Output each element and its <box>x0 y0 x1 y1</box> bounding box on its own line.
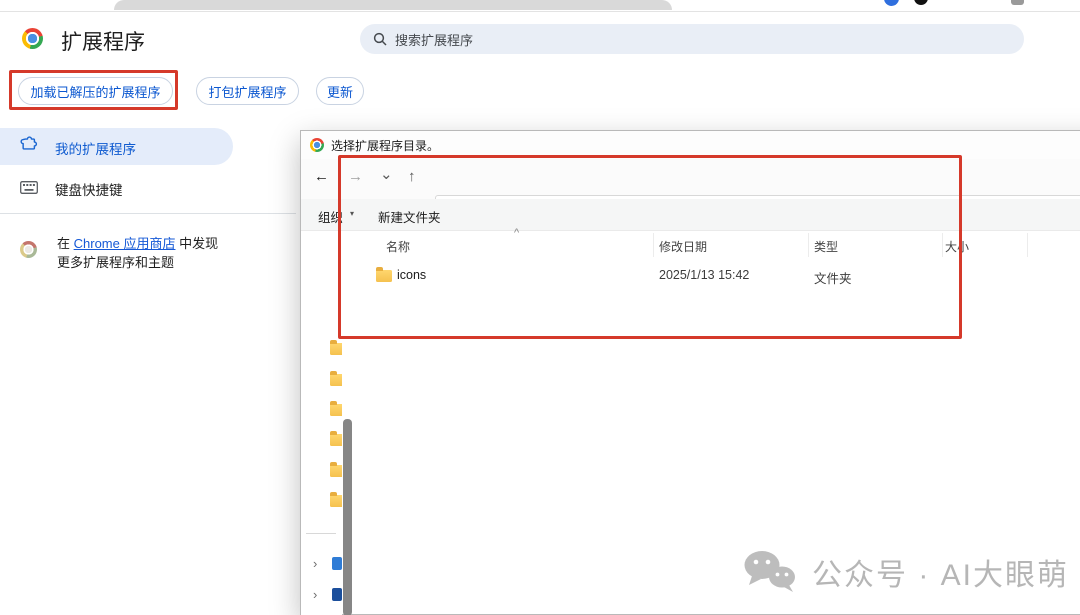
wechat-icon <box>744 551 795 592</box>
dialog-titlebar[interactable]: 选择扩展程序目录。 <box>301 131 1080 159</box>
nav-recent-dropdown-icon[interactable]: ⌄ <box>380 165 393 183</box>
avatar-icon[interactable] <box>884 0 899 6</box>
quick-access-folder-icon[interactable] <box>330 431 342 446</box>
file-row-icons[interactable]: icons 2025/1/13 15:42 文件夹 <box>342 261 1080 289</box>
dialog-tree-panel: › › ⌄ › › › <box>301 231 342 615</box>
page-title: 扩展程序 <box>61 31 145 54</box>
update-button[interactable]: 更新 <box>316 77 364 105</box>
tree-collapse-icon[interactable]: › <box>313 556 317 571</box>
organize-caret-icon: ▾ <box>350 209 355 218</box>
column-divider <box>653 233 654 257</box>
dialog-toolbar: 组织 ▾ 新建文件夹 <box>301 199 1080 231</box>
quick-access-folder-icon[interactable] <box>330 462 342 477</box>
folder-icon <box>376 267 392 282</box>
sort-ascending-icon: ^ <box>514 227 520 239</box>
column-header-size[interactable]: 大小 <box>945 238 969 255</box>
sidebar-divider <box>0 213 296 214</box>
pack-extension-button[interactable]: 打包扩展程序 <box>196 77 299 105</box>
column-header-name[interactable]: 名称 <box>386 238 410 255</box>
dialog-nav-bar: ← → ⌄ ↑ › 此电脑 › 学习 (F:) › cursor › chrom… <box>301 159 1080 221</box>
browser-menu-icon[interactable] <box>1011 0 1024 5</box>
column-header-date-modified[interactable]: 修改日期 <box>659 238 707 255</box>
webstore-text-prefix: 在 <box>57 236 74 251</box>
tree-item-icon[interactable] <box>332 557 342 570</box>
tree-divider <box>306 533 336 534</box>
organize-button[interactable]: 组织 <box>318 207 343 226</box>
dialog-title: 选择扩展程序目录。 <box>331 138 440 153</box>
file-type: 文件夹 <box>814 272 852 286</box>
tree-item-icon[interactable] <box>332 588 342 601</box>
chrome-logo-icon <box>22 28 43 49</box>
screen: 扩展程序 搜索扩展程序 加载已解压的扩展程序 打包扩展程序 更新 我的扩展程序 … <box>0 0 1080 615</box>
watermark: 公众号 · AI大眼萌 <box>742 550 1069 594</box>
omnibox-remnant <box>114 0 672 10</box>
webstore-icon <box>20 241 37 258</box>
search-icon <box>373 32 387 46</box>
file-picker-dialog: 选择扩展程序目录。 ← → ⌄ ↑ › 此电脑 › 学习 (F:) › curs… <box>300 130 1080 615</box>
nav-forward-icon[interactable]: → <box>348 168 363 185</box>
watermark-text: 公众号 · AI大眼萌 <box>812 559 1070 592</box>
webstore-text-line2: 更多扩展程序和主题 <box>57 254 175 270</box>
extension-puzzle-icon <box>20 136 38 150</box>
quick-access-folder-icon[interactable] <box>330 492 342 507</box>
tree-scrollbar[interactable] <box>343 419 352 615</box>
column-divider <box>808 233 809 257</box>
search-input[interactable]: 搜索扩展程序 <box>360 24 1024 54</box>
tree-collapse-icon[interactable]: › <box>313 587 317 602</box>
file-name: icons <box>397 268 427 282</box>
column-divider <box>1027 233 1028 257</box>
column-divider <box>942 233 943 257</box>
new-folder-button[interactable]: 新建文件夹 <box>378 207 441 226</box>
nav-back-icon[interactable]: ← <box>314 168 329 185</box>
webstore-text-suffix: 中发现 <box>175 236 219 251</box>
sidebar-item-keyboard-shortcuts[interactable]: 键盘快捷键 <box>55 179 123 199</box>
load-unpacked-button[interactable]: 加载已解压的扩展程序 <box>18 77 173 105</box>
webstore-link[interactable]: Chrome 应用商店 <box>74 236 176 251</box>
file-list-header: 名称 ^ 修改日期 类型 大小 <box>342 227 1080 259</box>
search-placeholder: 搜索扩展程序 <box>395 32 474 48</box>
keyboard-icon <box>20 181 38 194</box>
quick-access-folder-icon[interactable] <box>330 401 342 416</box>
file-date-modified: 2025/1/13 15:42 <box>659 268 750 282</box>
dialog-chrome-icon <box>310 138 324 152</box>
quick-access-folder-icon[interactable] <box>330 371 342 386</box>
quick-access-folder-icon[interactable] <box>330 340 342 355</box>
profile-icon[interactable] <box>914 0 928 5</box>
column-header-type[interactable]: 类型 <box>814 238 838 255</box>
browser-top-strip <box>0 0 1080 12</box>
webstore-promo-text: 在 Chrome 应用商店 中发现 更多扩展程序和主题 <box>57 235 237 272</box>
nav-up-icon[interactable]: ↑ <box>408 168 416 185</box>
sidebar-item-my-extensions-label: 我的扩展程序 <box>55 142 136 157</box>
